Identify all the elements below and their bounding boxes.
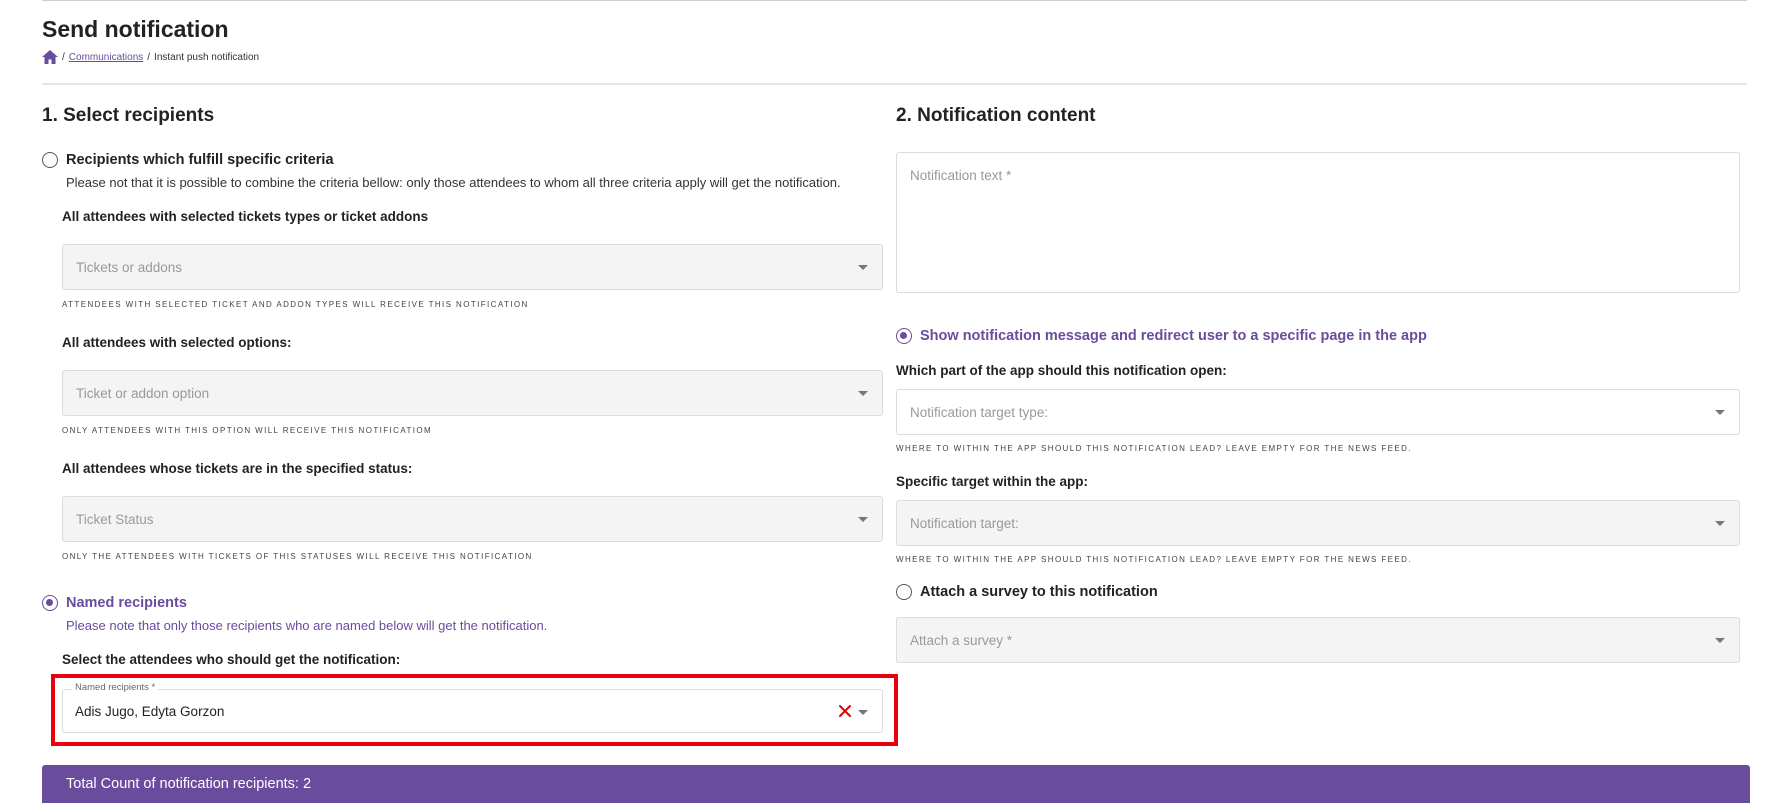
target-type-select[interactable]: Notification target type: — [896, 389, 1740, 435]
criteria-recipients-radio-option[interactable]: Recipients which fulfill specific criter… — [42, 152, 334, 168]
target-hint: Where to within the app should this noti… — [896, 555, 1412, 564]
breadcrumb: / Communications / Instant push notifica… — [42, 50, 259, 64]
named-attendees-label: Select the attendees who should get the … — [62, 652, 401, 667]
status-hint: Only the attendees with tickets of this … — [62, 552, 533, 561]
notification-text-input[interactable]: Notification text * — [896, 152, 1740, 293]
home-icon[interactable] — [42, 50, 58, 64]
target-type-label: Which part of the app should this notifi… — [896, 363, 1227, 378]
chevron-down-icon — [1715, 638, 1725, 643]
chevron-down-icon — [858, 517, 868, 522]
survey-placeholder: Attach a survey * — [910, 632, 1013, 648]
options-label: All attendees with selected options: — [62, 335, 292, 350]
total-recipients-text: Total Count of notification recipients: … — [66, 776, 312, 792]
select-recipients-heading: 1. Select recipients — [42, 105, 215, 126]
tickets-hint: Attendees with selected ticket and addon… — [62, 300, 529, 309]
survey-select[interactable]: Attach a survey * — [896, 617, 1740, 663]
tickets-select-placeholder: Tickets or addons — [76, 259, 183, 275]
breadcrumb-separator: / — [147, 51, 151, 63]
criteria-recipients-label: Recipients which fulfill specific criter… — [66, 152, 334, 168]
named-recipients-label: Named recipients — [66, 595, 187, 611]
header-divider — [42, 83, 1747, 85]
chevron-down-icon — [1715, 521, 1725, 526]
named-recipients-radio[interactable] — [42, 595, 58, 611]
chevron-down-icon — [1715, 410, 1725, 415]
named-recipients-value: Adis Jugo, Edyta Gorzon — [75, 704, 225, 719]
criteria-help-text: Please not that it is possible to combin… — [66, 175, 841, 190]
page-title: Send notification — [42, 16, 229, 42]
target-label: Specific target within the app: — [896, 474, 1089, 489]
criteria-recipients-radio[interactable] — [42, 152, 58, 168]
total-recipients-bar: Total Count of notification recipients: … — [42, 765, 1750, 803]
survey-radio[interactable] — [896, 584, 912, 600]
target-select[interactable]: Notification target: — [896, 500, 1740, 546]
options-select[interactable]: Ticket or addon option — [62, 370, 883, 416]
tickets-select[interactable]: Tickets or addons — [62, 244, 883, 290]
named-recipients-select[interactable]: Named recipients * Adis Jugo, Edyta Gorz… — [62, 682, 883, 733]
target-placeholder: Notification target: — [910, 515, 1019, 531]
chevron-down-icon — [858, 265, 868, 270]
top-border — [42, 0, 1747, 1]
options-hint: Only attendees with this option will rec… — [62, 426, 433, 435]
named-recipients-field-label: Named recipients * — [72, 682, 159, 693]
named-help-text: Please note that only those recipients w… — [66, 618, 548, 633]
chevron-down-icon — [858, 391, 868, 396]
survey-radio-option[interactable]: Attach a survey to this notification — [896, 584, 1158, 600]
breadcrumb-current: Instant push notification — [154, 51, 260, 63]
breadcrumb-link-communications[interactable]: Communications — [69, 52, 143, 63]
breadcrumb-separator: / — [62, 51, 65, 63]
target-type-hint: Where to within the app should this noti… — [896, 444, 1412, 453]
named-recipients-radio-option[interactable]: Named recipients — [42, 595, 187, 611]
status-select[interactable]: Ticket Status — [62, 496, 883, 542]
tickets-label: All attendees with selected tickets type… — [62, 209, 429, 224]
clear-icon[interactable] — [838, 704, 852, 718]
redirect-radio-option[interactable]: Show notification message and redirect u… — [896, 328, 1427, 344]
notification-content-heading: 2. Notification content — [896, 105, 1096, 126]
survey-label: Attach a survey to this notification — [920, 584, 1158, 600]
redirect-label: Show notification message and redirect u… — [920, 328, 1427, 344]
status-select-placeholder: Ticket Status — [76, 511, 154, 527]
options-select-placeholder: Ticket or addon option — [76, 385, 210, 401]
status-label: All attendees whose tickets are in the s… — [62, 461, 413, 476]
notification-text-placeholder: Notification text * — [910, 168, 1012, 183]
redirect-radio[interactable] — [896, 328, 912, 344]
target-type-placeholder: Notification target type: — [910, 404, 1049, 420]
chevron-down-icon[interactable] — [858, 710, 868, 715]
